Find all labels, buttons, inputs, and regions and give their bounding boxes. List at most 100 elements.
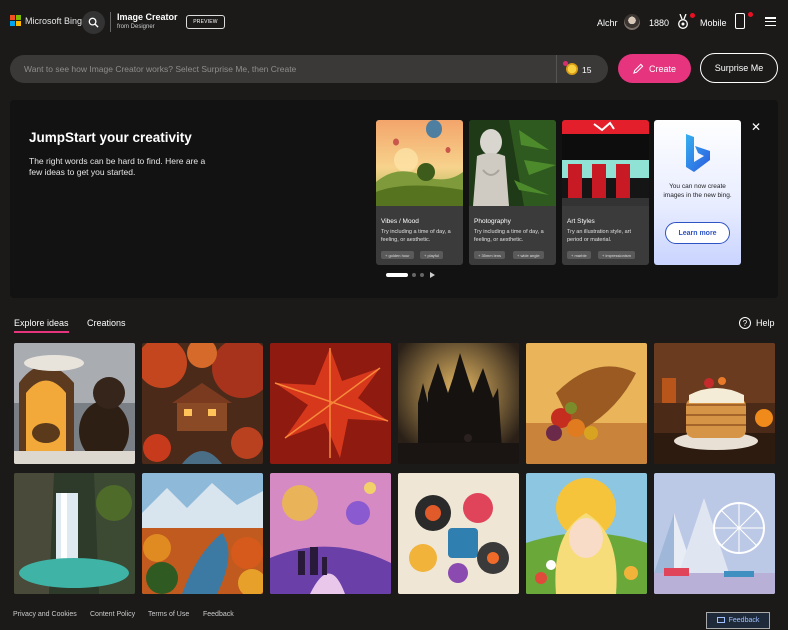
boost-divider: [556, 55, 557, 83]
hamburger-menu-icon[interactable]: [765, 17, 776, 26]
user-name[interactable]: Alchr: [597, 18, 618, 28]
app-subtitle: from Designer: [117, 24, 155, 30]
help-icon: ?: [739, 317, 751, 329]
chip-label: playful: [427, 252, 440, 258]
gallery-tile-waterfall[interactable]: [14, 473, 135, 594]
card-title: Vibes / Mood: [381, 218, 419, 225]
autumn-cabin-image: [142, 343, 263, 464]
gallery-tile-autumn-cabin[interactable]: [142, 343, 263, 464]
carousel-play-icon[interactable]: [430, 272, 435, 278]
chip-playful[interactable]: + playful: [420, 251, 444, 259]
carousel-dot[interactable]: [420, 273, 424, 277]
card-image-hot-air-balloons: [376, 120, 463, 206]
gallery-tile-ferris-wheel[interactable]: [654, 473, 775, 594]
prompt-input[interactable]: [24, 61, 544, 77]
gallery-tile-girl-flowers[interactable]: [526, 473, 647, 594]
brand-label: Microsoft Bing: [25, 15, 83, 26]
rewards-notification-dot: [690, 13, 695, 18]
preview-badge: PREVIEW: [186, 15, 225, 29]
help-label: Help: [756, 318, 775, 328]
bears-den-image: [14, 343, 135, 464]
girl-flowers-image: [526, 473, 647, 594]
app-title[interactable]: Image Creator: [117, 12, 178, 23]
chip-label: golden hour: [388, 252, 410, 258]
idea-card-art-styles[interactable]: Art Styles Try an illustration style, ar…: [562, 120, 649, 265]
chip-label: 35mm lens: [481, 252, 502, 258]
3d-shapes-image: [398, 473, 519, 594]
gallery-tile-autumn-river[interactable]: [142, 473, 263, 594]
gallery-tile-3d-shapes[interactable]: [398, 473, 519, 594]
chip-impressionism[interactable]: + impressionism: [598, 251, 636, 259]
search-button[interactable]: [82, 11, 105, 34]
footer-terms-link[interactable]: Terms of Use: [148, 611, 189, 618]
gallery-tile-pancakes[interactable]: [654, 343, 775, 464]
card-title: Photography: [474, 218, 511, 225]
carousel-pager: [386, 272, 435, 278]
chip-label: marble: [574, 252, 587, 258]
close-icon[interactable]: ✕: [751, 120, 761, 134]
card-text: Try an illustration style, art period or…: [567, 229, 631, 243]
boost-coin-icon[interactable]: [566, 63, 578, 75]
chip-wide-angle[interactable]: + wide angle: [513, 251, 544, 259]
tab-explore-ideas[interactable]: Explore ideas: [14, 318, 69, 328]
microsoft-logo-icon: [10, 15, 21, 26]
autumn-river-image: [142, 473, 263, 594]
help-link[interactable]: ? Help: [739, 317, 775, 329]
rewards-medal-icon[interactable]: [677, 14, 689, 30]
feedback-button-label: Feedback: [728, 617, 760, 624]
create-label: Create: [648, 63, 676, 74]
boost-count: 15: [582, 65, 592, 75]
surprise-me-button[interactable]: Surprise Me: [700, 53, 778, 83]
gallery-tile-dark-castle[interactable]: [398, 343, 519, 464]
red-leaf-image: [270, 343, 391, 464]
pancakes-image: [654, 343, 775, 464]
footer-privacy-link[interactable]: Privacy and Cookies: [13, 611, 77, 618]
card-image-statue-plants: [469, 120, 556, 206]
rewards-points[interactable]: 1880: [649, 18, 669, 28]
bing-logo-icon: [686, 134, 710, 172]
jumpstart-title: JumpStart your creativity: [29, 130, 192, 145]
top-header: Microsoft Bing Image Creator from Design…: [0, 0, 788, 46]
idea-card-vibes[interactable]: Vibes / Mood Try including a time of day…: [376, 120, 463, 265]
idea-card-photography[interactable]: Photography Try including a time of day,…: [469, 120, 556, 265]
chip-marble[interactable]: + marble: [567, 251, 591, 259]
card-text: Try including a time of day, a feeling, …: [474, 229, 544, 243]
card-title: Art Styles: [567, 218, 595, 225]
header-divider: [110, 12, 111, 32]
chip-35mm-lens[interactable]: + 35mm lens: [474, 251, 506, 259]
learn-more-button[interactable]: Learn more: [665, 222, 730, 244]
feedback-button[interactable]: Feedback: [706, 612, 770, 629]
cornucopia-image: [526, 343, 647, 464]
chip-label: impressionism: [605, 252, 632, 258]
feedback-icon: [716, 617, 725, 623]
boost-dot-icon: [563, 61, 568, 66]
carousel-dot[interactable]: [412, 273, 416, 277]
waterfall-image: [14, 473, 135, 594]
fantasy-family-image: [270, 473, 391, 594]
mobile-notification-dot: [748, 12, 753, 17]
card-image-red-storefront: [562, 120, 649, 206]
footer-content-policy-link[interactable]: Content Policy: [90, 611, 135, 618]
chip-label: wide angle: [520, 252, 540, 258]
gallery-tile-cornucopia[interactable]: [526, 343, 647, 464]
prompt-bar: 15: [10, 55, 608, 83]
jumpstart-panel: JumpStart your creativity The right word…: [10, 100, 778, 298]
gallery-tile-fantasy-family[interactable]: [270, 473, 391, 594]
jumpstart-description: The right words can be hard to find. Her…: [29, 156, 206, 177]
new-bing-card: You can now create images in the new bin…: [654, 120, 741, 265]
bing-logo-link[interactable]: Microsoft Bing: [10, 15, 82, 26]
active-tab-indicator: [14, 331, 69, 333]
dark-castle-image: [398, 343, 519, 464]
phone-icon[interactable]: [735, 13, 745, 29]
gallery-tile-bears[interactable]: [14, 343, 135, 464]
avatar[interactable]: [624, 14, 640, 30]
create-button[interactable]: Create: [618, 54, 691, 83]
ferris-wheel-image: [654, 473, 775, 594]
pen-icon: [633, 63, 644, 74]
carousel-dot-active[interactable]: [386, 273, 408, 277]
footer-feedback-link[interactable]: Feedback: [203, 611, 234, 618]
mobile-link[interactable]: Mobile: [700, 18, 727, 28]
chip-golden-hour[interactable]: + golden hour: [381, 251, 414, 259]
tab-creations[interactable]: Creations: [87, 318, 126, 328]
gallery-tile-red-leaf[interactable]: [270, 343, 391, 464]
